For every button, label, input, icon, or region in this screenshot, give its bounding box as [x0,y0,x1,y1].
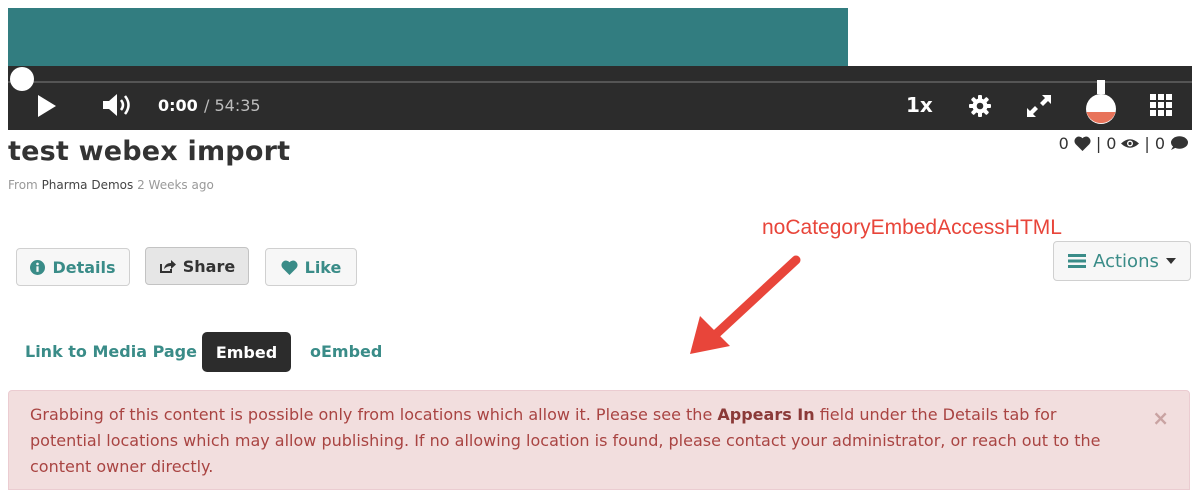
volume-button[interactable] [100,92,136,118]
embed-access-alert: Grabbing of this content is possible onl… [8,390,1190,490]
playback-speed-button[interactable]: 1x [906,93,933,117]
fullscreen-button[interactable] [1024,92,1054,120]
tab-embed[interactable]: Embed [202,332,291,372]
settings-button[interactable] [966,92,994,120]
heart-icon [281,260,298,275]
grid-icon [1150,94,1172,116]
share-button[interactable]: Share [145,247,249,285]
player-control-bar: 0:00 / 54:35 1x [8,66,1192,130]
video-frame[interactable] [8,8,848,68]
lab-button[interactable] [1082,80,1120,126]
media-byline: From Pharma Demos 2 Weeks ago [8,178,214,192]
volume-icon [103,94,130,116]
play-button[interactable] [36,94,58,118]
stats-separator: | [1144,134,1150,153]
eye-icon [1121,139,1140,148]
media-stats: 0 | 0 | 0 [1059,134,1188,153]
info-icon [30,259,46,275]
details-button[interactable]: Details [16,248,130,286]
seek-bar[interactable] [8,81,1192,83]
close-icon[interactable]: × [1152,405,1169,431]
seek-handle[interactable] [10,67,34,91]
details-label: Details [52,257,116,277]
current-time: 0:00 [158,96,198,115]
comment-icon [1171,136,1188,150]
alert-appears-in: Appears In [717,405,815,424]
share-label: Share [182,256,236,276]
gear-icon [969,95,991,117]
like-label: Like [304,257,342,277]
stats-separator: | [1095,134,1102,153]
tab-link-to-media-page[interactable]: Link to Media Page [25,342,197,361]
share-icon [159,259,176,273]
like-button[interactable]: Like [265,248,357,286]
upload-age: 2 Weeks ago [137,178,214,192]
byline-prefix: From [8,178,38,192]
actions-label: Actions [1093,250,1159,272]
apps-grid-button[interactable] [1148,92,1174,118]
list-icon [1068,254,1087,268]
annotation-arrow-icon [690,255,801,354]
media-title: test webex import [8,136,291,167]
views-count: 0 [1106,134,1117,153]
caret-down-icon [1165,258,1176,264]
heart-icon [1074,136,1091,151]
expand-icon [1027,95,1051,117]
tab-oembed[interactable]: oEmbed [310,342,382,361]
total-time: / 54:35 [204,96,261,115]
alert-text-part1: Grabbing of this content is possible onl… [30,405,718,424]
annotation-label: noCategoryEmbedAccessHTML [762,216,1062,239]
flask-icon [1086,80,1116,124]
likes-count: 0 [1058,134,1069,153]
play-icon [38,95,56,117]
actions-dropdown-button[interactable]: Actions [1053,241,1191,281]
comments-count: 0 [1154,134,1165,153]
owner-link[interactable]: Pharma Demos [42,178,134,192]
